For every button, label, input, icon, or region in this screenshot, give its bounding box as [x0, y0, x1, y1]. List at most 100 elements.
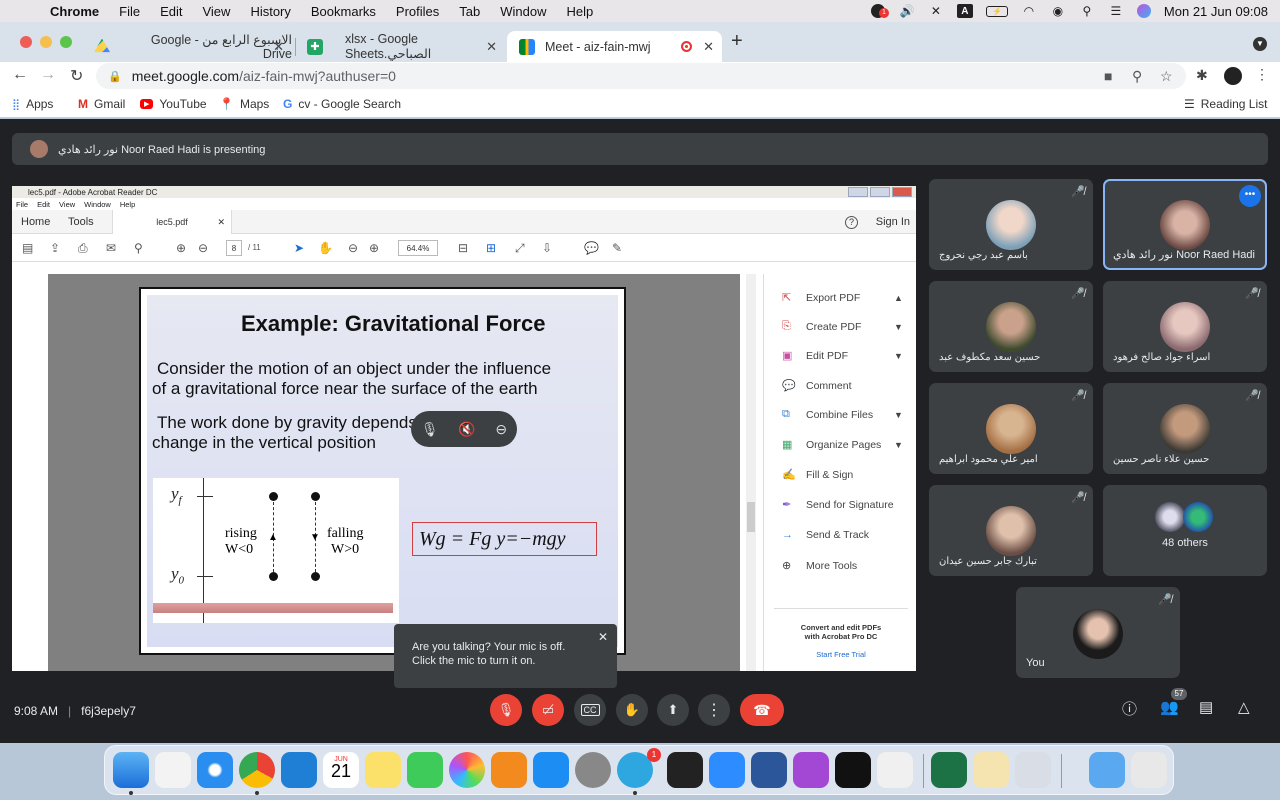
- siri-icon[interactable]: [1136, 4, 1151, 18]
- notes-icon[interactable]: [365, 752, 401, 788]
- control-center-icon[interactable]: ☰: [1108, 4, 1124, 18]
- downloads-folder-icon[interactable]: [1089, 752, 1125, 788]
- preview-icon[interactable]: [1015, 752, 1051, 788]
- spotlight-icon[interactable]: ⚲: [1079, 4, 1095, 18]
- apple-tv-icon[interactable]: [835, 752, 871, 788]
- people-icon[interactable]: 👥: [1160, 698, 1179, 716]
- participant-tile[interactable]: 🎤̸ اسراء جواد صالح فرهود: [1103, 281, 1267, 372]
- lock-icon[interactable]: 🔒: [108, 70, 122, 83]
- present-screen-button[interactable]: ⬆: [657, 694, 689, 726]
- participant-tile[interactable]: 🎤̸ تبارك جابر حسين عيدان: [929, 485, 1093, 576]
- participant-tile[interactable]: 🎤̸ باسم عبد رجي نحروج: [929, 179, 1093, 270]
- menubar-clock[interactable]: Mon 21 Jun 09:08: [1164, 4, 1268, 19]
- forward-arrow-icon[interactable]: →: [40, 66, 56, 84]
- raise-hand-button[interactable]: ✋: [616, 694, 648, 726]
- remove-circle-icon[interactable]: ⊖: [495, 421, 507, 438]
- trash-icon[interactable]: [1131, 752, 1167, 788]
- battery-icon[interactable]: ⚡: [985, 5, 1008, 17]
- word-icon[interactable]: [751, 752, 787, 788]
- vscode-icon[interactable]: [281, 752, 317, 788]
- back-arrow-icon[interactable]: ←: [12, 66, 28, 84]
- participant-tile-presenter[interactable]: ••• نور رائد هادي Noor Raed Hadi: [1103, 179, 1267, 270]
- camera-toggle-button[interactable]: ▭̸: [532, 694, 564, 726]
- calendar-icon[interactable]: JUN 21: [323, 752, 359, 788]
- close-tab-icon[interactable]: ✕: [703, 39, 714, 55]
- close-tab-icon[interactable]: ✕: [273, 39, 284, 55]
- camera-in-use-icon[interactable]: ■: [1104, 68, 1112, 84]
- launchpad-icon[interactable]: [155, 752, 191, 788]
- mic-off-icon[interactable]: 🎙: [421, 421, 439, 438]
- bookmark-gmail[interactable]: M Gmail: [78, 97, 125, 111]
- participant-tile[interactable]: 🎤̸ حسين سعد مكطوف عبد: [929, 281, 1093, 372]
- menu-history[interactable]: History: [250, 4, 290, 19]
- more-options-icon[interactable]: •••: [1239, 185, 1261, 207]
- more-options-button[interactable]: ⋮: [698, 694, 730, 726]
- bookmark-star-icon[interactable]: ☆: [1160, 68, 1173, 85]
- meeting-details-icon[interactable]: ⓘ: [1122, 698, 1137, 719]
- podcasts-icon[interactable]: [793, 752, 829, 788]
- bookmark-youtube[interactable]: ▶ YouTube: [140, 97, 207, 111]
- profile-avatar[interactable]: [1224, 67, 1242, 85]
- notification-status-icon[interactable]: 1: [870, 4, 889, 18]
- user-switch-icon[interactable]: ◉: [1050, 4, 1066, 18]
- sound-off-icon[interactable]: 🔇: [458, 421, 475, 438]
- acrobat-doc-tab: lec5.pdf ✕: [112, 210, 232, 234]
- quicktime-icon[interactable]: [667, 752, 703, 788]
- chrome-menu-icon[interactable]: ⋮: [1255, 66, 1269, 83]
- menu-app-name[interactable]: Chrome: [50, 4, 99, 19]
- address-bar[interactable]: 🔒 meet.google.com/aiz-fain-mwj?authuser=…: [96, 63, 1186, 89]
- end-call-button[interactable]: ☎: [740, 694, 784, 726]
- volume-icon[interactable]: 🔊: [899, 4, 915, 18]
- facetime-icon[interactable]: [407, 752, 443, 788]
- menu-profiles[interactable]: Profiles: [396, 4, 439, 19]
- tab-search-chevron-icon[interactable]: ▼: [1253, 37, 1267, 51]
- tab-google-drive[interactable]: الاسبوع الرابع من - Google Drive ✕: [82, 31, 292, 62]
- self-tile[interactable]: 🎤̸ You: [1016, 587, 1180, 678]
- app-store-icon[interactable]: [533, 752, 569, 788]
- captions-button[interactable]: CC: [574, 694, 606, 726]
- chat-icon[interactable]: ▤: [1199, 698, 1213, 716]
- activities-icon[interactable]: △: [1238, 698, 1250, 716]
- close-window-button[interactable]: [20, 36, 32, 48]
- menu-tab[interactable]: Tab: [459, 4, 480, 19]
- chrome-icon[interactable]: [239, 752, 275, 788]
- wifi-icon[interactable]: ◠: [1021, 4, 1037, 18]
- participant-tile[interactable]: 🎤̸ امير علي محمود ابراهيم: [929, 383, 1093, 474]
- create-pdf-icon: ⎘: [782, 320, 791, 332]
- extensions-puzzle-icon[interactable]: ✱: [1196, 67, 1208, 84]
- menu-edit[interactable]: Edit: [160, 4, 182, 19]
- menu-window[interactable]: Window: [500, 4, 546, 19]
- mic-toggle-button[interactable]: 🎙: [490, 694, 522, 726]
- bookmark-maps[interactable]: 📍 Maps: [219, 97, 269, 111]
- apple-icon[interactable]: [16, 3, 32, 19]
- close-tooltip-icon[interactable]: ✕: [598, 630, 608, 644]
- close-tab-icon[interactable]: ✕: [486, 39, 497, 55]
- zoom-window-button[interactable]: [60, 36, 72, 48]
- installer-icon[interactable]: [877, 752, 913, 788]
- input-source-icon[interactable]: A: [956, 4, 973, 18]
- bookmark-apps[interactable]: ⣿ Apps: [12, 97, 53, 111]
- minimize-window-button[interactable]: [40, 36, 52, 48]
- safari-icon[interactable]: [197, 752, 233, 788]
- others-tile[interactable]: 48 others: [1103, 485, 1267, 576]
- zoom-app-icon[interactable]: [709, 752, 745, 788]
- new-tab-button[interactable]: +: [731, 30, 743, 53]
- zoom-icon[interactable]: ⚲: [1132, 68, 1142, 85]
- reading-list-button[interactable]: ☰ Reading List: [1184, 97, 1267, 111]
- excel-icon[interactable]: [931, 752, 967, 788]
- photos-icon[interactable]: [449, 752, 485, 788]
- tab-google-meet[interactable]: Meet - aiz-fain-mwj ✕: [507, 31, 722, 62]
- finder-icon[interactable]: [113, 752, 149, 788]
- bluetooth-icon[interactable]: ✕: [928, 4, 944, 18]
- books-icon[interactable]: [491, 752, 527, 788]
- reload-icon[interactable]: ↻: [70, 66, 83, 86]
- menu-help[interactable]: Help: [567, 4, 594, 19]
- menu-bookmarks[interactable]: Bookmarks: [311, 4, 376, 19]
- bookmark-cv-search[interactable]: Gcv - Google Search: [283, 97, 401, 111]
- menu-file[interactable]: File: [119, 4, 140, 19]
- menu-view[interactable]: View: [202, 4, 230, 19]
- participant-tile[interactable]: 🎤̸ حسين علاء ناصر حسين: [1103, 383, 1267, 474]
- system-preferences-icon[interactable]: [575, 752, 611, 788]
- tab-google-sheets[interactable]: ✚ xlsx - Google Sheets.الصباحي ✕: [295, 31, 505, 62]
- textedit-icon[interactable]: [973, 752, 1009, 788]
